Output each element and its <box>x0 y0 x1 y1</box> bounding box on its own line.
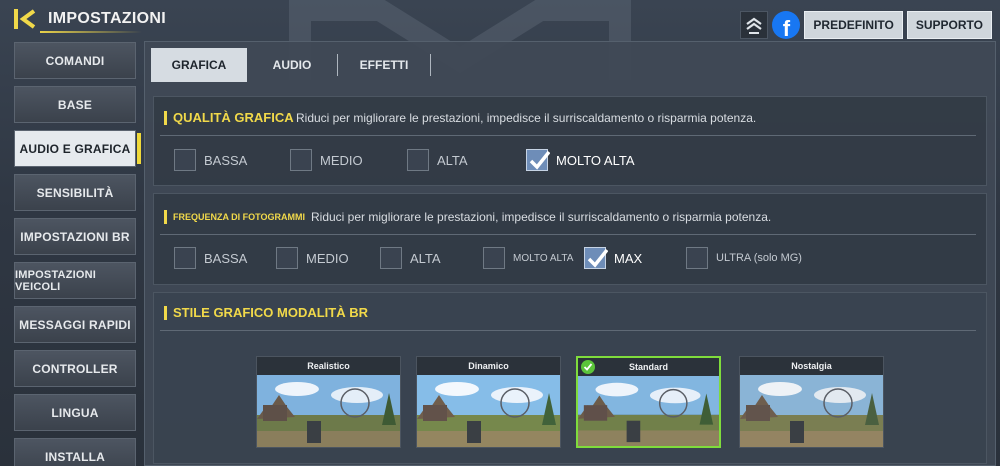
tab-effetti[interactable]: EFFETTI <box>338 48 430 82</box>
option-label: BASSA <box>204 250 248 266</box>
framerate-option-max[interactable]: MAX <box>584 247 642 269</box>
framerate-option-ultra[interactable]: ULTRA (solo MG) <box>686 247 802 269</box>
sidebar-item-sensibilita[interactable]: SENSIBILITÀ <box>14 174 136 211</box>
checkbox-checked[interactable] <box>526 149 550 171</box>
option-label: BASSA <box>204 152 248 168</box>
checkbox[interactable] <box>380 247 402 269</box>
style-label: Realistico <box>257 357 400 375</box>
back-arrow-icon <box>14 9 36 29</box>
quality-option-alta[interactable]: ALTA <box>407 149 468 171</box>
option-label: MEDIO <box>306 250 349 266</box>
style-preview-image <box>417 375 560 447</box>
option-label: ULTRA (solo MG) <box>716 252 802 264</box>
option-label: MOLTO ALTA <box>513 252 574 264</box>
facebook-icon[interactable]: f <box>772 11 801 39</box>
checkbox[interactable] <box>290 149 312 171</box>
back-button[interactable] <box>12 7 40 31</box>
tab-divider <box>430 54 431 76</box>
framerate-option-medio[interactable]: MEDIO <box>276 247 349 269</box>
style-preview-image <box>740 375 883 447</box>
quality-option-bassa[interactable]: BASSA <box>174 149 247 171</box>
framerate-option-alta[interactable]: ALTA <box>380 247 441 269</box>
sidebar-item-audio-grafica[interactable]: AUDIO E GRAFICA <box>14 130 141 167</box>
checkbox-checked[interactable] <box>584 247 608 269</box>
quality-option-medio[interactable]: MEDIO <box>290 149 363 171</box>
checkbox[interactable] <box>407 149 429 171</box>
sidebar-item-messaggi-rapidi[interactable]: MESSAGGI RAPIDI <box>14 306 136 343</box>
sidebar-item-impostazioni-veicoli[interactable]: IMPOSTAZIONI VEICOLI <box>14 262 136 299</box>
style-label: Dinamico <box>417 357 560 375</box>
quality-section: QUALITÀ GRAFICA Riduci per migliorare le… <box>153 96 987 186</box>
sidebar-item-controller[interactable]: CONTROLLER <box>14 350 136 387</box>
rank-chevron-icon[interactable] <box>740 11 769 39</box>
option-label: ALTA <box>437 152 468 168</box>
sidebar-item-base[interactable]: BASE <box>14 86 136 123</box>
checkbox[interactable] <box>686 247 708 269</box>
page-title: IMPOSTAZIONI <box>48 10 166 27</box>
style-preview-image <box>257 375 400 447</box>
support-button[interactable]: SUPPORTO <box>906 11 992 39</box>
option-label: MEDIO <box>320 152 363 168</box>
section-divider <box>160 234 976 235</box>
quality-option-molto-alta[interactable]: MOLTO ALTA <box>526 149 635 171</box>
quality-title: QUALITÀ GRAFICA <box>164 110 294 125</box>
sidebar-item-lingua[interactable]: LINGUA <box>14 394 136 431</box>
style-option-standard[interactable]: Standard <box>576 356 721 448</box>
graphic-style-title: STILE GRAFICO MODALITÀ BR <box>164 305 368 320</box>
option-label: ALTA <box>410 250 441 266</box>
sidebar-item-impostazioni-br[interactable]: IMPOSTAZIONI BR <box>14 218 136 255</box>
checkbox[interactable] <box>276 247 298 269</box>
tab-grafica[interactable]: GRAFICA <box>151 48 247 82</box>
option-label: MOLTO ALTA <box>556 152 635 168</box>
option-label: MAX <box>614 250 643 266</box>
checkbox[interactable] <box>174 247 196 269</box>
style-label: Nostalgia <box>740 357 883 375</box>
style-option-nostalgia[interactable]: Nostalgia <box>739 356 884 448</box>
check-icon <box>587 248 608 268</box>
section-divider <box>160 330 976 331</box>
section-divider <box>160 135 976 136</box>
top-bar: IMPOSTAZIONI f PREDEFINITO SUPPORTO <box>0 0 1000 40</box>
tab-bar: GRAFICA AUDIO EFFETTI <box>151 48 431 82</box>
settings-panel: GRAFICA AUDIO EFFETTI QUALITÀ GRAFICA Ri… <box>144 41 996 466</box>
style-preview-image <box>578 376 719 448</box>
style-option-realistico[interactable]: Realistico <box>256 356 401 448</box>
quality-description: Riduci per migliorare le prestazioni, im… <box>296 111 757 125</box>
framerate-section: FREQUENZA DI FOTOGRAMMI Riduci per migli… <box>153 193 987 285</box>
checkbox[interactable] <box>483 247 505 269</box>
style-label-text: Standard <box>628 362 668 372</box>
title-underline <box>40 31 142 33</box>
sidebar-item-installa[interactable]: INSTALLA <box>14 438 136 466</box>
style-option-dinamico[interactable]: Dinamico <box>416 356 561 448</box>
sidebar: COMANDI BASE AUDIO E GRAFICA SENSIBILITÀ… <box>14 42 141 466</box>
checkbox[interactable] <box>174 149 196 171</box>
style-label: Standard <box>578 358 719 376</box>
default-button[interactable]: PREDEFINITO <box>804 11 903 39</box>
framerate-option-molto-alta[interactable]: MOLTO ALTA <box>483 247 573 269</box>
framerate-title: FREQUENZA DI FOTOGRAMMI <box>164 210 305 224</box>
check-icon <box>529 150 550 170</box>
selected-check-icon <box>581 360 595 374</box>
sidebar-item-comandi[interactable]: COMANDI <box>14 42 136 79</box>
framerate-option-bassa[interactable]: BASSA <box>174 247 247 269</box>
tab-audio[interactable]: AUDIO <box>247 48 337 82</box>
framerate-description: Riduci per migliorare le prestazioni, im… <box>311 210 772 224</box>
top-actions: f PREDEFINITO SUPPORTO <box>740 11 992 39</box>
